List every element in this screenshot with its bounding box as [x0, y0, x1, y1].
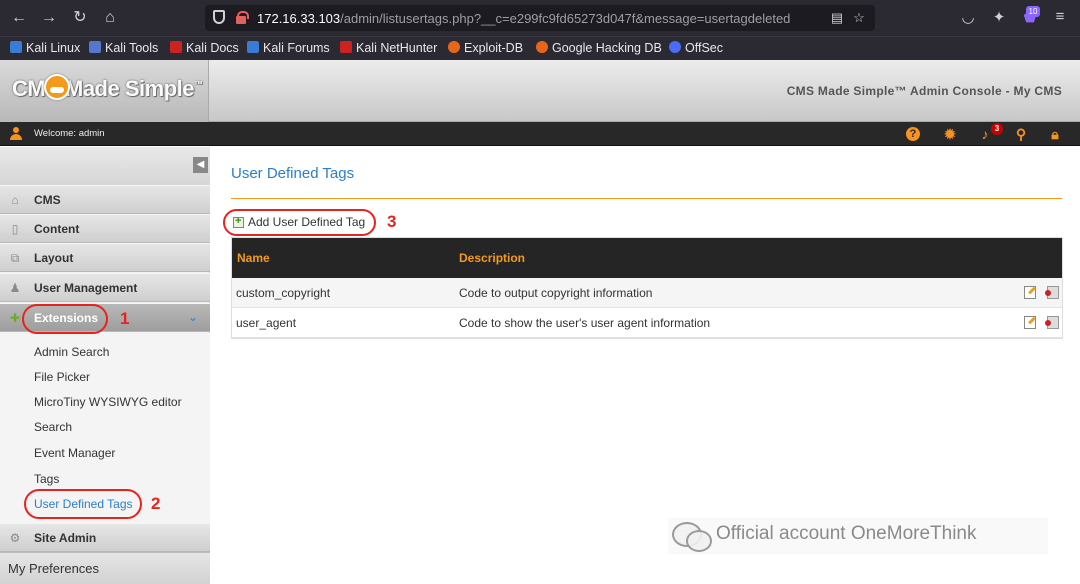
notification-badge: 3 — [991, 123, 1003, 135]
cms-logo[interactable]: CMS Made Simple™ — [0, 60, 209, 122]
users-icon: ♟ — [9, 281, 21, 295]
extensions-puzzle-icon[interactable]: ✦ — [989, 8, 1009, 26]
logo-text: CMS Made Simple™ — [12, 76, 203, 101]
edit-icon[interactable] — [1024, 286, 1036, 299]
sidebar-item-my-preferences[interactable]: My Preferences — [0, 552, 210, 584]
sidebar-collapse-row: ◀ — [0, 147, 210, 185]
annotation-ellipse-3 — [223, 209, 376, 236]
submenu-file-picker[interactable]: File Picker — [34, 370, 90, 384]
console-title: CMS Made Simple™ Admin Console - My CMS — [786, 84, 1062, 98]
bookmark-kali-linux[interactable]: Kali Linux — [10, 41, 80, 55]
table-row: user_agent Code to show the user's user … — [232, 308, 1062, 338]
column-name[interactable]: Name — [237, 251, 270, 265]
extension-badge: 10 — [1026, 6, 1040, 17]
wechat-logo-icon — [672, 522, 712, 552]
puzzle-icon: ✚ — [9, 311, 21, 325]
content-icon: ▯ — [11, 222, 19, 236]
settings-gear-icon[interactable]: ✹ — [941, 125, 959, 143]
submenu-tags[interactable]: Tags — [34, 472, 59, 486]
sidebar-item-cms[interactable]: ⌂ CMS — [0, 185, 210, 214]
hamburger-menu-icon[interactable]: ≡ — [1050, 8, 1070, 25]
tag-description: Code to output copyright information — [459, 286, 653, 300]
layout-icon: ⧉ — [10, 251, 20, 265]
nethunter-icon — [340, 41, 352, 53]
kali-docs-icon — [170, 41, 182, 53]
page-title: User Defined Tags — [231, 165, 355, 182]
submenu-admin-search[interactable]: Admin Search — [34, 345, 109, 359]
bookmark-kali-nethunter[interactable]: Kali NetHunter — [340, 41, 437, 55]
table-row: custom_copyright Code to output copyrigh… — [232, 278, 1062, 308]
column-description[interactable]: Description — [459, 251, 525, 265]
bookmark-kali-tools[interactable]: Kali Tools — [89, 41, 158, 55]
chevron-down-icon: ⌄ — [188, 310, 199, 324]
reload-icon[interactable]: ↻ — [70, 8, 90, 28]
collapse-arrow-icon[interactable]: ◀ — [193, 157, 208, 173]
welcome-text: Welcome: admin — [34, 128, 105, 139]
table-header: Name Description — [232, 238, 1062, 278]
submenu-microtiny[interactable]: MicroTiny WYSIWYG editor — [34, 395, 182, 409]
bookmark-star-icon[interactable]: ☆ — [851, 10, 867, 26]
user-tags-table: Name Description custom_copyright Code t… — [231, 237, 1063, 339]
submenu-event-manager[interactable]: Event Manager — [34, 446, 115, 460]
submenu-search[interactable]: Search — [34, 420, 72, 434]
title-divider — [231, 198, 1062, 199]
tag-description: Code to show the user's user agent infor… — [459, 316, 711, 330]
cms-header: CMS Made Simple™ CMS Made Simple™ Admin … — [0, 60, 1080, 122]
tag-name-link[interactable]: custom_copyright — [236, 286, 330, 300]
sidebar-item-layout[interactable]: ⧉ Layout — [0, 243, 210, 272]
user-bar: Welcome: admin ? ✹ ♪ 3 ⚲ 🔒︎ — [0, 122, 1080, 146]
pocket-icon[interactable]: ◡ — [958, 8, 978, 26]
tag-name-link[interactable]: user_agent — [236, 316, 296, 330]
bookmark-google-hacking-db[interactable]: Google Hacking DB — [536, 41, 662, 55]
watermark-text: Official account OneMoreThink — [716, 523, 977, 544]
sidebar-item-site-admin[interactable]: ⚙ Site Admin — [0, 523, 210, 552]
reader-view-icon[interactable]: ▤ — [829, 10, 845, 26]
annotation-number-1: 1 — [120, 309, 130, 328]
watermark: Official account OneMoreThink — [668, 518, 1048, 554]
annotation-ellipse-2 — [24, 489, 142, 519]
bookmark-offsec[interactable]: OffSec — [669, 41, 723, 55]
edit-icon[interactable] — [1024, 316, 1036, 329]
kali-dragon-icon — [10, 41, 22, 53]
annotation-ellipse-1 — [22, 304, 108, 334]
delete-icon[interactable] — [1045, 316, 1059, 329]
bookmarks-bar: Kali Linux Kali Tools Kali Docs Kali For… — [0, 36, 1080, 60]
annotation-number-2: 2 — [151, 494, 161, 513]
back-arrow-icon[interactable]: ← — [9, 8, 29, 28]
delete-icon[interactable] — [1045, 286, 1059, 299]
bookmark-exploit-db[interactable]: Exploit-DB — [448, 41, 523, 55]
home-icon[interactable]: ⌂ — [100, 8, 120, 28]
ghdb-icon — [536, 41, 548, 53]
url-text[interactable]: 172.16.33.103/admin/listusertags.php?__c… — [257, 11, 790, 26]
bookmark-kali-forums[interactable]: Kali Forums — [247, 41, 330, 55]
sidebar-item-content[interactable]: ▯ Content — [0, 214, 210, 243]
offsec-icon — [669, 41, 681, 53]
forward-arrow-icon[interactable]: → — [39, 8, 59, 28]
sidebar-item-user-management[interactable]: ♟ User Management — [0, 273, 210, 302]
kali-tools-icon — [89, 41, 101, 53]
exploit-db-icon — [448, 41, 460, 53]
url-bar[interactable]: 172.16.33.103/admin/listusertags.php?__c… — [205, 5, 875, 31]
browser-toolbar: ← → ↻ ⌂ 172.16.33.103/admin/listusertags… — [0, 0, 1080, 36]
logout-lock-icon[interactable]: 🔒︎ — [1046, 125, 1064, 143]
user-icon — [10, 127, 22, 140]
shield-icon[interactable] — [213, 10, 225, 24]
gear-icon: ⚙ — [9, 531, 21, 545]
logo-island-icon — [44, 74, 70, 100]
bookmark-kali-docs[interactable]: Kali Docs — [170, 41, 239, 55]
annotation-number-3: 3 — [387, 212, 397, 231]
kali-forums-icon — [247, 41, 259, 53]
help-icon[interactable]: ? — [906, 127, 920, 141]
search-key-icon[interactable]: ⚲ — [1012, 125, 1030, 143]
home-icon: ⌂ — [11, 193, 19, 207]
insecure-lock-icon[interactable] — [236, 11, 249, 24]
